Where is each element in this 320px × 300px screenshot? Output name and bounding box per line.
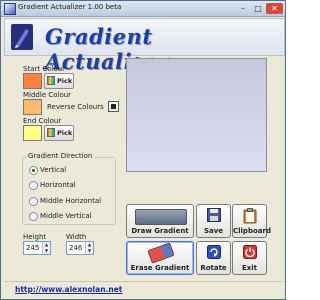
- erase-gradient-label: Erase Gradient: [130, 264, 190, 272]
- height-value: 245: [26, 244, 40, 252]
- vertical-label: Vertical: [40, 166, 67, 174]
- stepper-arrows-icon[interactable]: ▲ ▼: [42, 242, 50, 254]
- end-colour-swatch[interactable]: [23, 125, 42, 141]
- width-label: Width: [66, 233, 87, 241]
- middle-horizontal-label: Middle Horizontal: [40, 197, 102, 205]
- height-stepper[interactable]: 245 ▲ ▼: [23, 241, 51, 255]
- floppy-disk-icon: [207, 208, 221, 222]
- reverse-colours-checkbox[interactable]: [108, 101, 119, 112]
- maximize-button[interactable]: □: [251, 3, 265, 14]
- title-bar[interactable]: Gradient Actualizer 1.00 beta – □ ✕: [1, 1, 285, 17]
- draw-gradient-label: Draw Gradient: [131, 227, 189, 235]
- width-value: 246: [69, 244, 83, 252]
- colour-picker-icon: [47, 76, 55, 85]
- clipboard-button[interactable]: Clipboard: [232, 204, 271, 238]
- app-banner: Gradient Actualizer: [4, 18, 285, 74]
- footer-divider: [4, 281, 283, 282]
- rotate-button[interactable]: Rotate: [196, 241, 231, 275]
- colour-picker-icon: [47, 128, 55, 137]
- middle-vertical-label: Middle Vertical: [40, 212, 92, 220]
- reverse-colours-label: Reverse Colours: [47, 103, 104, 111]
- height-label: Height: [23, 233, 47, 241]
- website-link[interactable]: http://www.alexnolan.net: [15, 285, 122, 294]
- clipboard-label: Clipboard: [233, 227, 271, 235]
- middle-horizontal-radio[interactable]: [29, 197, 38, 206]
- gradient-preview: [126, 58, 267, 172]
- end-pick-button[interactable]: Pick: [44, 125, 74, 141]
- width-stepper[interactable]: 246 ▲ ▼: [66, 241, 94, 255]
- exit-label: Exit: [241, 264, 258, 272]
- gradient-bar-icon: [135, 209, 187, 225]
- draw-gradient-button[interactable]: Draw Gradient: [126, 204, 194, 238]
- stepper-arrows-icon[interactable]: ▲ ▼: [85, 242, 93, 254]
- pen-logo-icon: [11, 24, 33, 50]
- start-pick-button[interactable]: Pick: [44, 73, 74, 89]
- eraser-icon: [147, 242, 175, 264]
- end-colour-label: End Colour: [23, 117, 62, 125]
- vertical-radio[interactable]: [29, 166, 38, 175]
- clipboard-icon: [243, 208, 257, 224]
- minimize-button[interactable]: –: [236, 3, 250, 14]
- start-colour-swatch[interactable]: [23, 73, 42, 89]
- rotate-label: Rotate: [200, 264, 227, 272]
- middle-colour-swatch[interactable]: [23, 99, 42, 115]
- rotate-icon: [207, 245, 221, 259]
- middle-colour-label: Middle Colour: [23, 91, 72, 99]
- pick-label: Pick: [57, 77, 73, 85]
- pick-label: Pick: [57, 129, 73, 137]
- start-colour-label: Start Colour: [23, 65, 66, 73]
- gradient-direction-title: Gradient Direction: [26, 152, 95, 160]
- app-window: Gradient Actualizer 1.00 beta – □ ✕ Grad…: [0, 0, 286, 300]
- close-button[interactable]: ✕: [266, 3, 283, 14]
- save-button[interactable]: Save: [196, 204, 231, 238]
- save-label: Save: [203, 227, 224, 235]
- middle-vertical-radio[interactable]: [29, 212, 38, 221]
- erase-gradient-button[interactable]: Erase Gradient: [126, 241, 194, 275]
- exit-button[interactable]: Exit: [232, 241, 267, 275]
- power-icon: [243, 245, 257, 259]
- horizontal-radio[interactable]: [29, 181, 38, 190]
- app-icon: [4, 3, 16, 15]
- horizontal-label: Horizontal: [40, 181, 76, 189]
- window-title: Gradient Actualizer 1.00 beta: [18, 3, 122, 11]
